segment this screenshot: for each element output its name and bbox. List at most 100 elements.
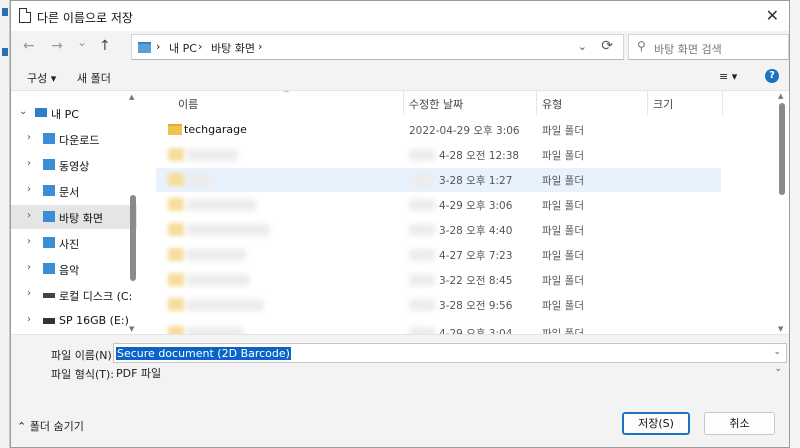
blurred-date-prefix (409, 327, 435, 334)
scrollbar-thumb[interactable] (779, 103, 785, 195)
blurred-date-prefix (409, 249, 435, 261)
chevron-right-icon[interactable]: › (27, 132, 31, 143)
help-icon[interactable]: ? (765, 69, 779, 83)
file-row[interactable]: 4-28 오전 12:38 파일 폴더 (156, 143, 721, 167)
chevron-right-icon[interactable]: › (27, 236, 31, 247)
sidebar-item-desktop[interactable]: › 바탕 화면 (11, 205, 137, 229)
chevron-down-icon[interactable]: ⌄ (773, 347, 781, 357)
file-type: 파일 폴더 (542, 175, 584, 187)
sort-caret-icon: ^ (283, 91, 290, 98)
new-folder-button[interactable]: 새 폴더 (77, 70, 111, 86)
file-type: 파일 폴더 (542, 150, 584, 162)
sidebar-item-downloads[interactable]: › 다운로드 (11, 127, 137, 151)
folder-icon (168, 326, 184, 334)
file-row[interactable]: 4-29 오후 3:04 파일 폴더 (156, 321, 721, 334)
column-header-type[interactable]: 유형 (542, 96, 562, 112)
folder-icon (43, 237, 55, 248)
navigation-bar: ← → ⌄ ↑ › 내 PC › 바탕 화면 › ⌄ ⟳ ⚲ 바탕 화면 검색 (11, 31, 789, 63)
sidebar-item-documents[interactable]: › 문서 (11, 179, 137, 203)
blurred-file-name (186, 199, 256, 211)
folder-icon (43, 133, 55, 144)
file-list-scrollbar[interactable]: ▲ ▼ (777, 91, 787, 334)
scroll-up-arrow-icon[interactable]: ▲ (778, 92, 783, 100)
column-divider[interactable] (722, 91, 723, 115)
search-box[interactable]: ⚲ 바탕 화면 검색 (628, 34, 789, 60)
organize-button[interactable]: 구성 ▾ (27, 70, 56, 86)
filename-value[interactable]: Secure document (2D Barcode) (116, 347, 291, 360)
save-button[interactable]: 저장(S) (622, 412, 690, 435)
cancel-button[interactable]: 취소 (704, 412, 775, 435)
sidebar-item-videos[interactable]: › 동영상 (11, 153, 137, 177)
folder-icon (43, 211, 55, 222)
column-divider[interactable] (403, 91, 404, 115)
close-button[interactable]: ✕ (766, 6, 779, 25)
folder-icon (168, 223, 184, 236)
command-toolbar: 구성 ▾ 새 폴더 ≡ ▾ ? (11, 63, 789, 90)
chevron-down-icon[interactable]: ⌄ (774, 364, 782, 374)
file-row[interactable]: 4-27 오후 7:23 파일 폴더 (156, 243, 721, 267)
chevron-right-icon[interactable]: › (27, 210, 31, 221)
file-row[interactable]: 3-22 오전 8:45 파일 폴더 (156, 268, 721, 292)
scroll-down-arrow-icon[interactable]: ▼ (778, 325, 783, 333)
blurred-date-prefix (409, 274, 435, 286)
chevron-right-icon[interactable]: › (27, 288, 31, 299)
sidebar-item-label: 사진 (59, 238, 80, 251)
breadcrumb-my-pc[interactable]: 내 PC (169, 40, 197, 56)
folder-icon (168, 298, 184, 311)
scroll-down-arrow-icon[interactable]: ▼ (129, 325, 134, 333)
blurred-file-name (186, 249, 246, 261)
sidebar-item-local-disk[interactable]: › 로컬 디스크 (C: (11, 283, 137, 307)
view-options-button[interactable]: ≡ ▾ (719, 70, 737, 83)
dialog-title: 다른 이름으로 저장 (37, 11, 133, 25)
sidebar-item-my-pc[interactable]: ⌄ 내 PC (11, 101, 137, 125)
up-button[interactable]: ↑ (99, 38, 111, 54)
sidebar-item-pictures[interactable]: › 사진 (11, 231, 137, 255)
forward-button[interactable]: → (51, 38, 63, 54)
column-header-size[interactable]: 크기 (653, 96, 673, 112)
file-row[interactable]: 3-28 오후 4:40 파일 폴더 (156, 218, 721, 242)
file-date: 3-28 오후 1:27 (439, 175, 513, 187)
back-button[interactable]: ← (23, 38, 35, 54)
file-date: 3-28 오전 9:56 (439, 300, 513, 312)
sidebar-item-sd-card[interactable]: › SP 16GB (E:) (11, 309, 137, 333)
file-row[interactable]: 3-28 오후 1:27 파일 폴더 (156, 168, 721, 192)
hide-folders-button[interactable]: ⌃ 폴더 숨기기 (17, 418, 84, 434)
column-divider[interactable] (647, 91, 648, 115)
file-type: 파일 폴더 (542, 250, 584, 262)
sidebar-item-label: 음악 (59, 264, 80, 277)
pc-icon (35, 108, 47, 117)
breadcrumb-separator: › (258, 40, 263, 53)
filename-label: 파일 이름(N): (51, 349, 116, 362)
blurred-file-name (186, 224, 270, 236)
blurred-file-name (186, 299, 264, 311)
scroll-up-arrow-icon[interactable]: ▲ (129, 93, 134, 101)
chevron-right-icon[interactable]: › (27, 184, 31, 195)
chevron-right-icon[interactable]: › (27, 314, 31, 325)
folder-icon (168, 124, 182, 135)
file-row[interactable]: techgarage 2022-04-29 오후 3:06 파일 폴더 (156, 118, 721, 142)
sidebar-item-music[interactable]: › 음악 (11, 257, 137, 281)
background-window-glimpse (2, 48, 8, 56)
breadcrumb-desktop[interactable]: 바탕 화면 (211, 40, 255, 56)
column-header-date[interactable]: 수정한 날짜 (409, 96, 463, 112)
column-header-name[interactable]: 이름 (178, 96, 198, 112)
file-row[interactable]: 3-28 오전 9:56 파일 폴더 (156, 293, 721, 317)
sidebar-item-label: 바탕 화면 (59, 212, 103, 225)
address-bar[interactable]: › 내 PC › 바탕 화면 › ⌄ ⟳ (131, 34, 624, 60)
file-row[interactable]: 4-29 오후 3:06 파일 폴더 (156, 193, 721, 217)
chevron-right-icon[interactable]: › (27, 262, 31, 273)
scrollbar-thumb[interactable] (130, 195, 136, 281)
chevron-right-icon[interactable]: › (27, 158, 31, 169)
filename-input[interactable]: Secure document (2D Barcode) ⌄ (113, 343, 787, 363)
background-window-glimpse (2, 8, 8, 16)
column-divider[interactable] (536, 91, 537, 115)
filetype-select[interactable]: PDF 파일 ⌄ (113, 362, 787, 380)
recent-locations-button[interactable]: ⌄ (77, 35, 87, 49)
chevron-down-icon[interactable]: ⌄ (578, 40, 587, 53)
refresh-icon[interactable]: ⟳ (601, 38, 613, 54)
filetype-value: PDF 파일 (116, 367, 162, 380)
sidebar-item-label: 다운로드 (59, 134, 100, 147)
blurred-date-prefix (409, 199, 435, 211)
sidebar-scrollbar[interactable]: ▲ ▼ (129, 91, 137, 334)
expanded-chevron-icon[interactable]: ⌄ (19, 106, 27, 117)
